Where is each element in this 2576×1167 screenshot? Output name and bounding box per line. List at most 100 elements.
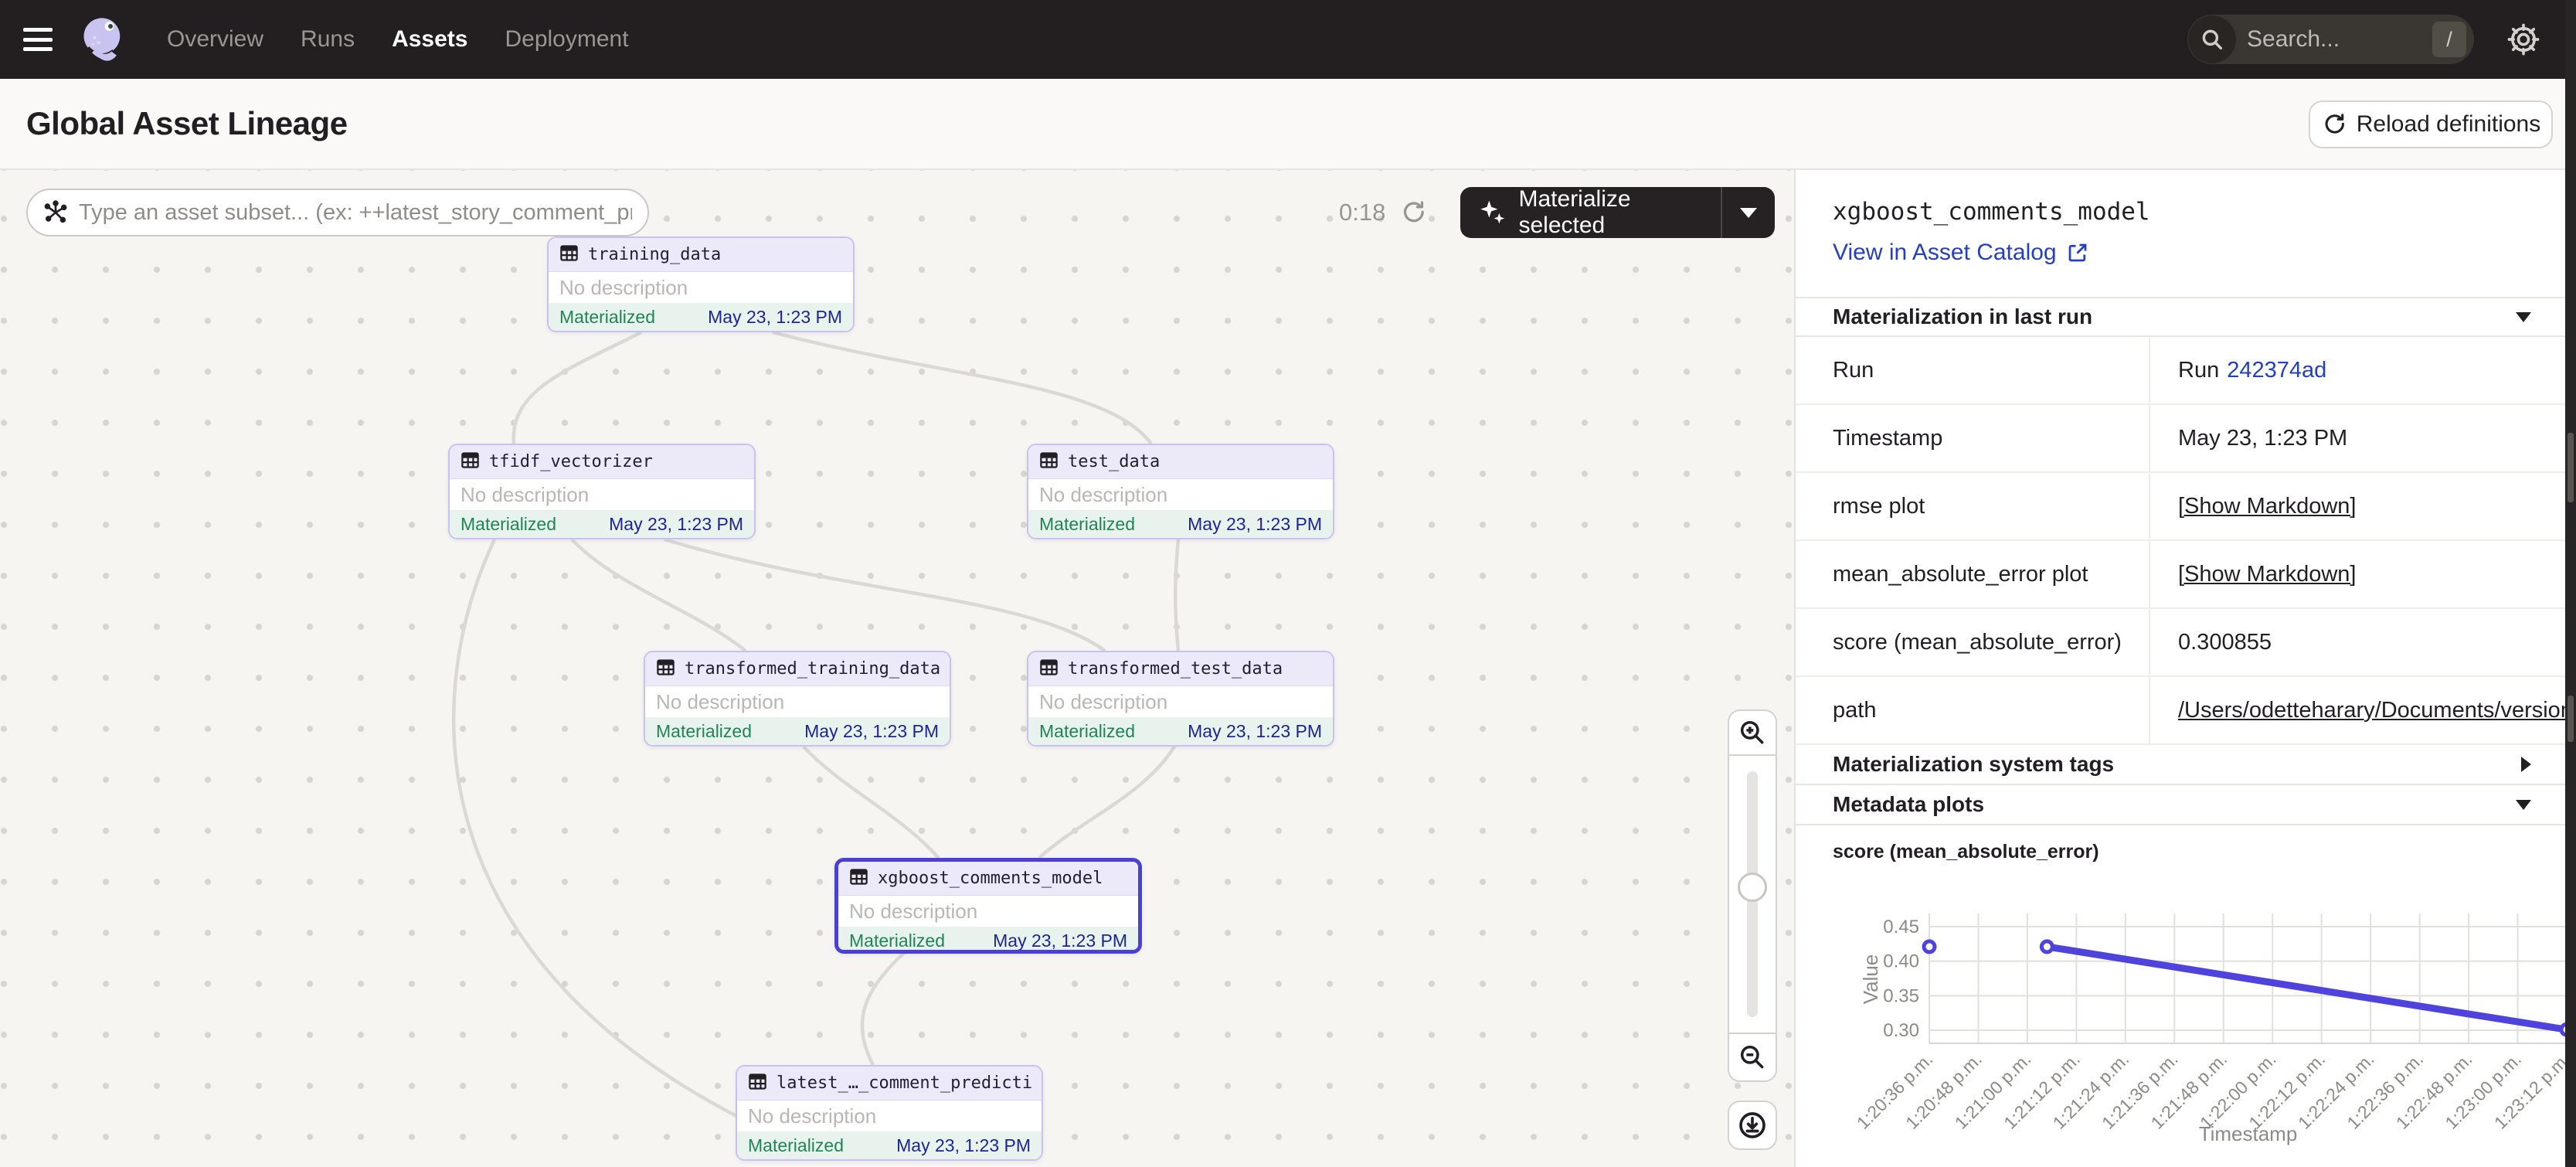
asset-subset-filter[interactable] — [26, 189, 649, 236]
nav-item-overview[interactable]: Overview — [167, 26, 263, 53]
settings-gear-icon[interactable] — [2506, 22, 2541, 57]
table-icon — [747, 1071, 768, 1096]
metadata-row-score-mean_absolute_error-: score (mean_absolute_error)0.300855 — [1796, 609, 2565, 677]
chevron-expanded-icon — [2516, 312, 2531, 322]
menu-icon[interactable] — [23, 28, 53, 51]
asset-node-xgboost_comments_model[interactable]: xgboost_comments_modelNo descriptionMate… — [834, 858, 1142, 954]
page-header: Global Asset Lineage Reload definitions — [0, 79, 2576, 170]
top-nav: Overview Runs Assets Deployment / — [0, 0, 2576, 79]
asset-node-status: Materialized — [849, 931, 945, 951]
asset-node-test_data[interactable]: test_data No description Materialized May 2… — [1027, 444, 1334, 539]
asset-node-timestamp: May 23, 1:23 PM — [1188, 721, 1322, 742]
refresh-icon[interactable] — [1399, 199, 1426, 226]
chevron-expanded-icon — [2516, 800, 2531, 810]
svg-text:0.45: 0.45 — [1883, 917, 1919, 937]
asset-node-label: test_data — [1068, 452, 1160, 471]
metadata-row-mean_absolute_error-plot: mean_absolute_error plot [Show Markdown] — [1796, 541, 2565, 609]
metadata-link[interactable]: /Users/odetteharary/Documents/version — [2178, 698, 2565, 723]
asset-node-label: transformed_training_data — [685, 659, 940, 679]
asset-node-label: transformed_test_data — [1068, 659, 1283, 679]
reload-definitions-button[interactable]: Reload definitions — [2309, 100, 2553, 148]
asset-node-label: training_data — [588, 245, 721, 264]
asset-subset-input[interactable] — [79, 200, 632, 226]
recenter-graph-button[interactable] — [1728, 1101, 1777, 1150]
svg-text:0.40: 0.40 — [1883, 951, 1919, 972]
asset-node-timestamp: May 23, 1:23 PM — [1188, 514, 1322, 535]
metadata-value: Run242374ad — [2150, 337, 2565, 403]
score-line-chart: 1:20:36 p.m.1:20:48 p.m.1:21:00 p.m.1:21… — [1817, 869, 2565, 1167]
metadata-label: mean_absolute_error plot — [1796, 541, 2150, 607]
nav-item-deployment[interactable]: Deployment — [505, 26, 628, 53]
asset-node-label: latest_…_comment_predictions — [777, 1073, 1031, 1093]
section-materialization-system-tags[interactable]: Materialization system tags — [1796, 745, 2565, 785]
nav-item-assets[interactable]: Assets — [392, 26, 467, 53]
asset-node-status: Materialized — [1039, 514, 1135, 535]
table-icon — [655, 657, 676, 682]
table-icon — [1038, 450, 1059, 475]
section-materialization-last-run[interactable]: Materialization in last run — [1796, 297, 2565, 337]
page-title: Global Asset Lineage — [26, 105, 348, 142]
asset-node-timestamp: May 23, 1:23 PM — [804, 721, 939, 742]
metadata-label: Timestamp — [1796, 405, 2150, 471]
metadata-row-path: path/Users/odetteharary/Documents/versio… — [1796, 677, 2565, 745]
table-icon — [1038, 657, 1059, 682]
chevron-down-icon — [1740, 208, 1757, 218]
metadata-row-timestamp: TimestampMay 23, 1:23 PM — [1796, 405, 2565, 473]
zoom-slider-handle[interactable] — [1738, 873, 1767, 902]
asset-node-description: No description — [645, 686, 950, 717]
table-icon — [848, 866, 869, 891]
global-search[interactable]: / — [2187, 15, 2474, 64]
metadata-value: 0.300855 — [2150, 609, 2565, 675]
dagster-logo-icon[interactable] — [77, 13, 130, 66]
metadata-row-run: RunRun242374ad — [1796, 337, 2565, 405]
asset-node-status: Materialized — [460, 514, 556, 535]
zoom-in-icon — [1738, 718, 1767, 747]
asset-lineage-canvas[interactable]: training_data No description Materialized M… — [0, 170, 1794, 1167]
zoom-out-button[interactable] — [1729, 1033, 1776, 1080]
asset-node-timestamp: May 23, 1:23 PM — [708, 307, 842, 328]
selected-asset-name: xgboost_comments_model — [1833, 198, 2150, 226]
asset-node-status: Materialized — [559, 307, 655, 328]
nav-item-runs[interactable]: Runs — [301, 26, 355, 53]
metadata-value: [Show Markdown] — [2150, 473, 2565, 539]
asset-details-panel: xgboost_comments_model View in Asset Cat… — [1794, 170, 2565, 1167]
metadata-label: rmse plot — [1796, 473, 2150, 539]
asset-node-transformed_test_data[interactable]: transformed_test_dataNo descriptionMater… — [1027, 651, 1334, 747]
search-icon — [2188, 15, 2236, 63]
dagster-app: Overview Runs Assets Deployment / Global As… — [0, 0, 2576, 1167]
asset-node-latest_comment_predictions[interactable]: latest_…_comment_predictionsNo descripti… — [736, 1065, 1043, 1161]
asset-node-timestamp: May 23, 1:23 PM — [896, 1135, 1031, 1156]
metadata-link[interactable]: [Show Markdown] — [2178, 562, 2357, 587]
search-input[interactable] — [2247, 26, 2428, 53]
metadata-link[interactable]: [Show Markdown] — [2178, 494, 2357, 519]
metadata-label: score (mean_absolute_error) — [1796, 609, 2150, 675]
run-id-link[interactable]: 242374ad — [2227, 358, 2326, 383]
asset-node-status: Materialized — [656, 721, 752, 742]
asset-node-description: No description — [1028, 479, 1333, 510]
materialize-selected-button[interactable]: Materialize selected — [1460, 187, 1775, 238]
metadata-value: /Users/odetteharary/Documents/version — [2150, 677, 2565, 743]
asset-node-transformed_training_data[interactable]: transformed_training_data No description M… — [644, 651, 951, 747]
metadata-plot-title: score (mean_absolute_error) — [1833, 841, 2099, 863]
asset-node-timestamp: May 23, 1:23 PM — [993, 931, 1127, 951]
metadata-table: RunRun242374adTimestampMay 23, 1:23 PMrm… — [1796, 337, 2565, 745]
asset-node-training_data[interactable]: training_dataNo descriptionMaterializedM… — [547, 236, 855, 332]
asset-node-description: No description — [838, 896, 1138, 927]
timer-countdown: 0:18 — [1339, 199, 1385, 226]
chevron-collapsed-icon — [2521, 757, 2531, 772]
asset-node-tfidf_vectorizer[interactable]: tfidf_vectorizerNo descriptionMaterializ… — [448, 444, 756, 539]
metadata-label: path — [1796, 677, 2150, 743]
refresh-timer: 0:18 — [1339, 189, 1426, 236]
search-shortcut-badge: / — [2432, 22, 2466, 57]
zoom-in-button[interactable] — [1729, 711, 1776, 756]
asset-node-description: No description — [450, 479, 754, 510]
view-in-asset-catalog-link[interactable]: View in Asset Catalog — [1833, 240, 2089, 266]
metadata-value: [Show Markdown] — [2150, 541, 2565, 607]
refresh-icon — [2321, 112, 2346, 137]
zoom-control — [1728, 709, 1777, 1082]
materialize-dropdown-toggle[interactable] — [1722, 208, 1775, 218]
asset-graph-icon — [43, 200, 68, 225]
metadata-value: May 23, 1:23 PM — [2150, 405, 2565, 471]
svg-text:Value: Value — [1859, 954, 1882, 1005]
section-metadata-plots[interactable]: Metadata plots — [1796, 785, 2565, 825]
